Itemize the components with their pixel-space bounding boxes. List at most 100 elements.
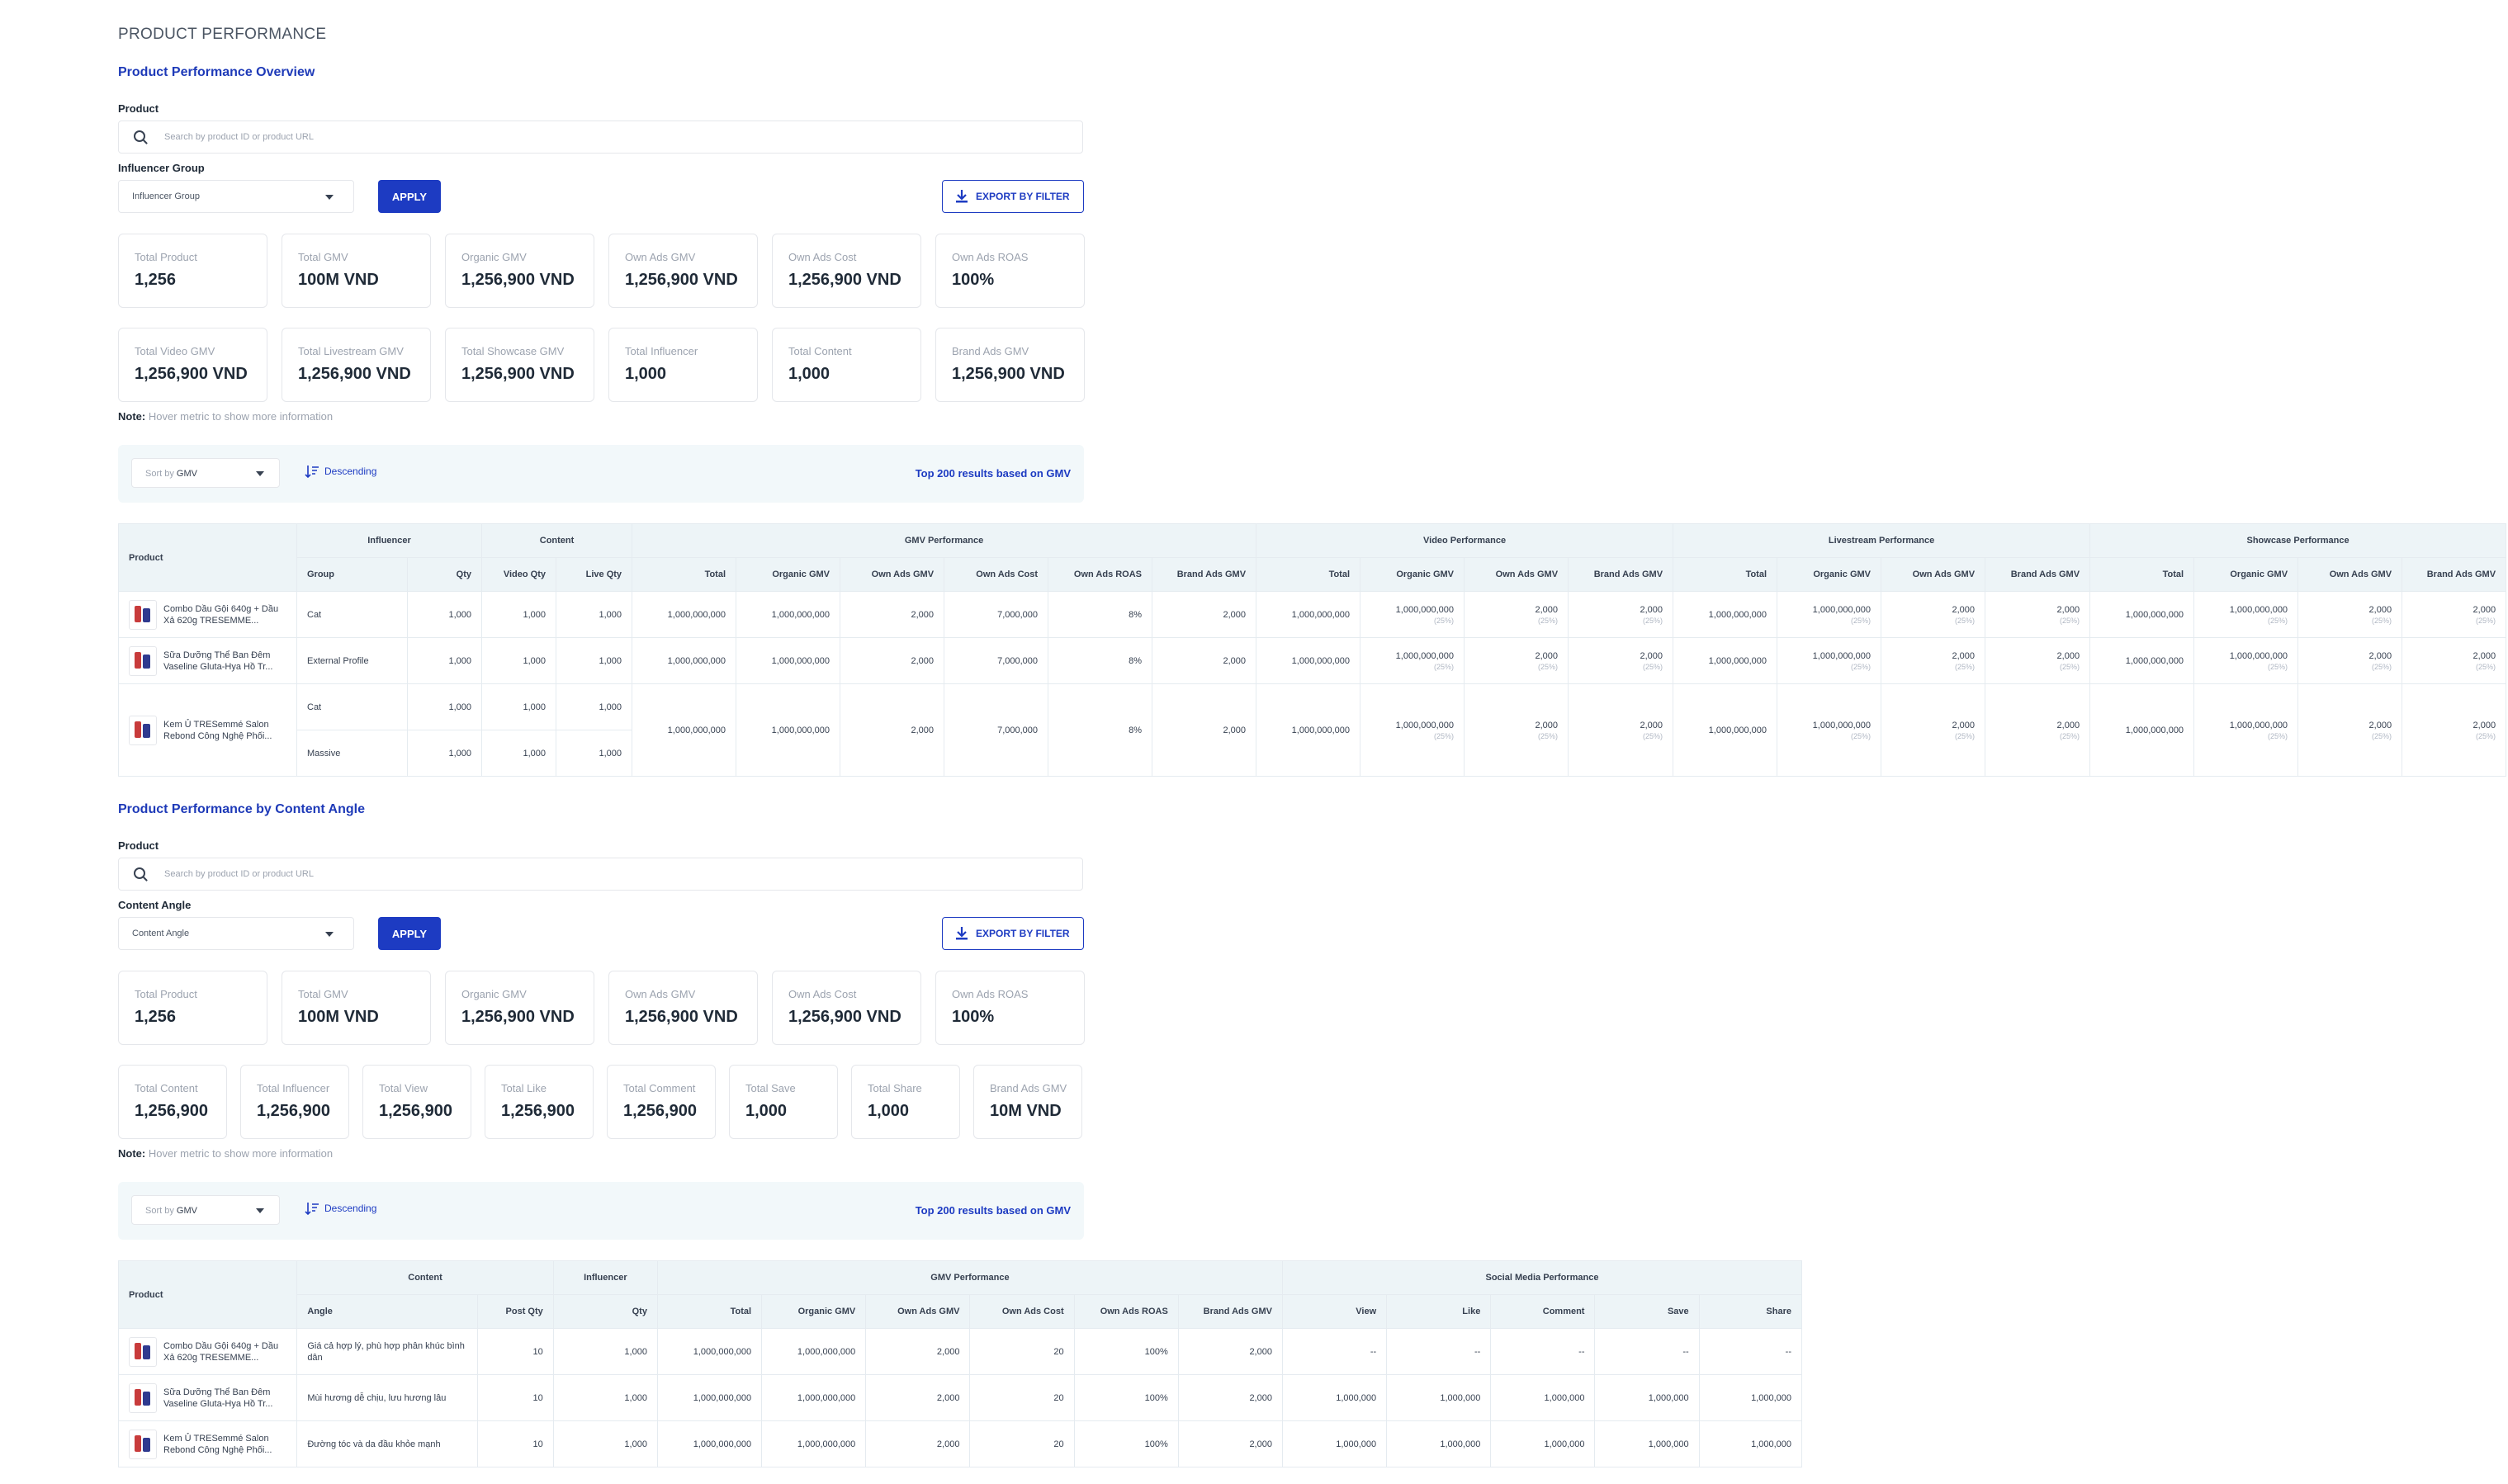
col-video-organic: Organic GMV bbox=[1360, 557, 1465, 592]
value: 1,000,000,000 bbox=[1291, 655, 1351, 666]
live-cell: 1,000,000,000 (25%) bbox=[1777, 683, 1882, 777]
download-icon bbox=[956, 927, 968, 940]
metric-label: Own Ads ROAS bbox=[952, 988, 1029, 1000]
product-link[interactable]: Sữa Dưỡng Thể Ban Đêm Vaseline Gluta-Hya… bbox=[129, 645, 286, 676]
col-group-influencer: Influencer bbox=[552, 1260, 658, 1295]
metric-card: Own Ads Cost 1,256,900 VND bbox=[772, 971, 921, 1045]
content-angle-label: Content Angle bbox=[118, 899, 192, 911]
gmv-cell: 100% bbox=[1073, 1374, 1179, 1421]
percent: (25%) bbox=[2372, 731, 2392, 740]
apply-button[interactable]: APPLY bbox=[378, 917, 441, 950]
percent: (25%) bbox=[2060, 731, 2080, 740]
percent: (25%) bbox=[1434, 616, 1455, 625]
social-cell: -- bbox=[1594, 1328, 1700, 1375]
influencer-group-dropdown[interactable]: Influencer Group bbox=[118, 180, 354, 213]
qty-cell: 1,000 bbox=[552, 1374, 658, 1421]
video-cell: 1,000,000,000 bbox=[1256, 683, 1361, 777]
product-thumbnail bbox=[129, 1336, 157, 1367]
metric-value: 1,256,900 VND bbox=[625, 1008, 738, 1026]
page-title: PRODUCT PERFORMANCE bbox=[118, 26, 327, 43]
metric-card: Own Ads ROAS 100% bbox=[935, 234, 1085, 308]
sort-dropdown[interactable]: Sort by GMV bbox=[131, 1195, 280, 1225]
col-group-showcase: Showcase Performance bbox=[2089, 523, 2507, 558]
percent: (25%) bbox=[1955, 662, 1976, 671]
product-link[interactable]: Sữa Dưỡng Thể Ban Đêm Vaseline Gluta-Hya… bbox=[129, 1382, 286, 1413]
percent: (25%) bbox=[1851, 616, 1872, 625]
value: 2,000 bbox=[1640, 720, 1663, 730]
video-qty-cell: 1,000 bbox=[481, 683, 557, 730]
metric-value: 1,256,900 VND bbox=[135, 365, 248, 383]
show-cell: 1,000,000,000 bbox=[2089, 683, 2195, 777]
value: 1,000,000,000 bbox=[1708, 655, 1767, 666]
product-link[interactable]: Kem Ủ TRESemmé Salon Rebond Công Nghệ Ph… bbox=[129, 715, 286, 745]
apply-button[interactable]: APPLY bbox=[378, 180, 441, 213]
metric-value: 1,256 bbox=[135, 1008, 177, 1026]
sort-dropdown[interactable]: Sort by GMV bbox=[131, 458, 280, 488]
gmv-cell: 2,000 bbox=[840, 591, 945, 638]
metric-value: 1,256 bbox=[135, 271, 177, 289]
live-cell: 1,000,000,000 bbox=[1673, 591, 1778, 638]
top-results-label: Top 200 results based on GMV bbox=[915, 1204, 1071, 1217]
col-brand-ads-gmv: Brand Ads GMV bbox=[1152, 557, 1257, 592]
live-cell: 2,000 (25%) bbox=[1881, 637, 1986, 684]
value: 2,000 bbox=[1952, 720, 1976, 730]
product-cell: Kem Ủ TRESemmé Salon Rebond Công Nghệ Ph… bbox=[118, 683, 297, 777]
metric-value: 1,000 bbox=[788, 365, 830, 383]
value: 2,000 bbox=[1535, 650, 1559, 661]
value: 1,000,000,000 bbox=[1812, 720, 1872, 730]
export-by-filter-button[interactable]: EXPORT BY FILTER bbox=[942, 180, 1084, 213]
percent: (25%) bbox=[2060, 616, 2080, 625]
group-cell: Cat bbox=[296, 591, 408, 638]
metric-value: 1,256,900 VND bbox=[625, 271, 738, 289]
sort-descending-icon[interactable] bbox=[304, 1200, 320, 1217]
metric-value: 1,256,900 bbox=[379, 1102, 452, 1120]
col-group-influencer: Influencer bbox=[296, 523, 483, 558]
col-show-organic: Organic GMV bbox=[2193, 557, 2299, 592]
sort-descending-icon[interactable] bbox=[304, 463, 320, 480]
metric-card: Organic GMV 1,256,900 VND bbox=[445, 234, 594, 308]
metric-value: 1,256,900 bbox=[623, 1102, 697, 1120]
search-input[interactable]: Search by product ID or product URL bbox=[118, 121, 1083, 154]
col-group: Group bbox=[296, 557, 408, 592]
sort-value: GMV bbox=[176, 469, 197, 479]
percent: (25%) bbox=[2268, 731, 2288, 740]
metric-value: 1,256,900 VND bbox=[788, 271, 901, 289]
product-link[interactable]: Combo Dầu Gội 640g + Dầu Xả 620g TRESEMM… bbox=[129, 1336, 286, 1367]
product-link[interactable]: Kem Ủ TRESemmé Salon Rebond Công Nghệ Ph… bbox=[129, 1429, 286, 1459]
metric-label: Total Showcase GMV bbox=[461, 345, 565, 357]
search-input[interactable]: Search by product ID or product URL bbox=[118, 858, 1083, 891]
value: 1,000,000,000 bbox=[2125, 609, 2184, 620]
col-own-ads-roas: Own Ads ROAS bbox=[1048, 557, 1153, 592]
metric-card: Own Ads ROAS 100% bbox=[935, 971, 1085, 1045]
chevron-down-icon bbox=[256, 471, 264, 476]
gmv-cell: 8% bbox=[1048, 637, 1153, 684]
product-cell: Kem Ủ TRESemmé Salon Rebond Công Nghệ Ph… bbox=[117, 1420, 298, 1467]
group-cell: Cat bbox=[296, 683, 408, 730]
value: 2,000 bbox=[2473, 720, 2496, 730]
value: 1,000,000,000 bbox=[1708, 725, 1767, 735]
gmv-cell: 20 bbox=[969, 1328, 1075, 1375]
metric-label: Total Like bbox=[501, 1082, 547, 1094]
product-link[interactable]: Combo Dầu Gội 640g + Dầu Xả 620g TRESEMM… bbox=[129, 599, 286, 630]
content-angle-dropdown[interactable]: Content Angle bbox=[118, 917, 354, 950]
gmv-cell: 7,000,000 bbox=[944, 637, 1049, 684]
post-qty-cell: 10 bbox=[476, 1374, 554, 1421]
col-qty: Qty bbox=[406, 557, 483, 592]
export-by-filter-button[interactable]: EXPORT BY FILTER bbox=[942, 917, 1084, 950]
sort-order-toggle[interactable]: Descending bbox=[324, 466, 376, 477]
col-live-total: Total bbox=[1673, 557, 1778, 592]
metric-label: Total Comment bbox=[623, 1082, 696, 1094]
show-cell: 2,000 (25%) bbox=[2297, 683, 2403, 777]
live-qty-cell: 1,000 bbox=[556, 683, 633, 730]
gmv-cell: 1,000,000,000 bbox=[656, 1374, 763, 1421]
gmv-cell: 1,000,000,000 bbox=[632, 683, 737, 777]
section-title-content-angle: Product Performance by Content Angle bbox=[118, 802, 365, 816]
post-qty-cell: 10 bbox=[476, 1420, 554, 1467]
live-cell: 1,000,000,000 (25%) bbox=[1777, 591, 1882, 638]
value: 1,000,000,000 bbox=[1708, 609, 1767, 620]
sort-order-toggle[interactable]: Descending bbox=[324, 1203, 376, 1214]
percent: (25%) bbox=[1434, 662, 1455, 671]
metric-value: 1,256,900 bbox=[257, 1102, 330, 1120]
col-live-qty: Live Qty bbox=[556, 557, 633, 592]
sort-prefix: Sort by bbox=[145, 1206, 174, 1216]
